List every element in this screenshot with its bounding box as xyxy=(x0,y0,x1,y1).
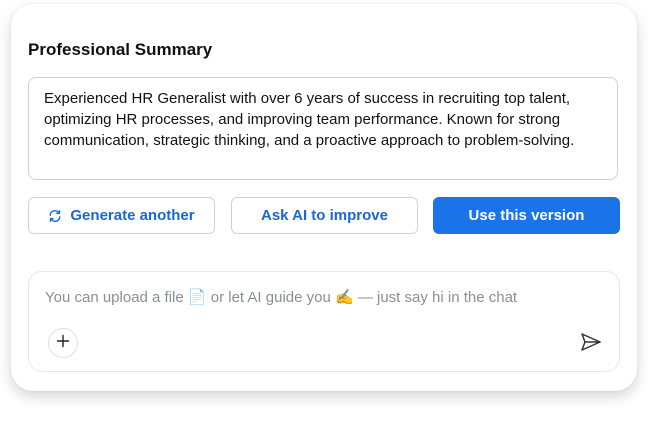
generate-another-button[interactable]: Generate another xyxy=(28,197,215,234)
use-this-version-button[interactable]: Use this version xyxy=(433,197,620,234)
generate-another-label: Generate another xyxy=(70,207,195,224)
use-this-version-label: Use this version xyxy=(468,207,585,224)
section-title: Professional Summary xyxy=(28,40,213,59)
action-buttons: Generate another Ask AI to improve Use t… xyxy=(28,197,620,234)
summary-text: Experienced HR Generalist with over 6 ye… xyxy=(44,90,575,149)
ask-ai-improve-button[interactable]: Ask AI to improve xyxy=(231,197,418,234)
plus-icon xyxy=(56,334,70,353)
summary-card: Professional Summary Experienced HR Gene… xyxy=(11,4,637,391)
refresh-icon xyxy=(48,209,62,223)
send-button[interactable] xyxy=(577,330,605,358)
ask-ai-improve-label: Ask AI to improve xyxy=(261,207,388,224)
chat-input-placeholder[interactable]: You can upload a file 📄 or let AI guide … xyxy=(45,288,517,308)
chat-input-box[interactable]: You can upload a file 📄 or let AI guide … xyxy=(28,271,620,372)
summary-text-box[interactable]: Experienced HR Generalist with over 6 ye… xyxy=(28,77,618,180)
add-attachment-button[interactable] xyxy=(48,328,78,358)
send-icon xyxy=(580,332,602,357)
